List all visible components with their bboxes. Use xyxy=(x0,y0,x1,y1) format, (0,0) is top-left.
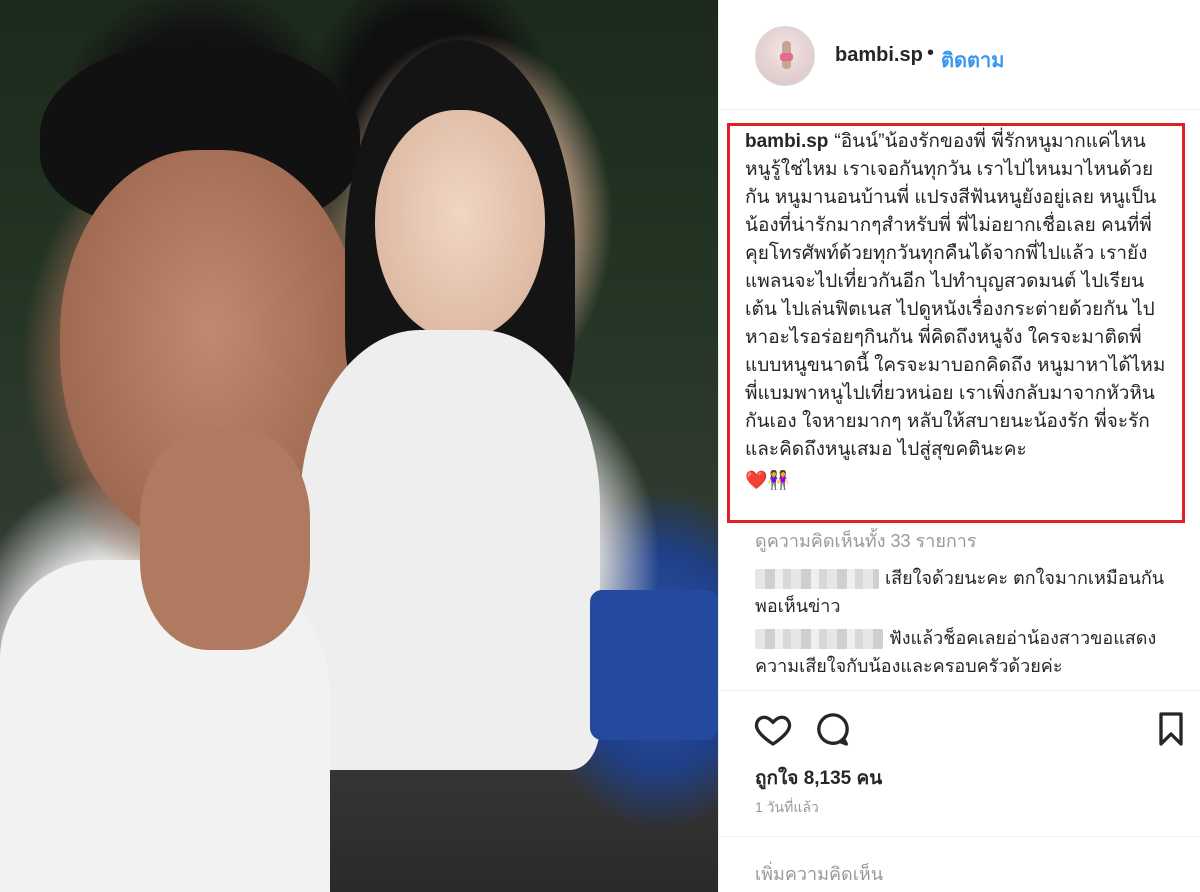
comment-icon[interactable] xyxy=(813,709,853,749)
caption-username[interactable]: bambi.sp xyxy=(745,131,828,152)
photo-face-right xyxy=(375,110,545,340)
header-separator: • xyxy=(927,42,935,64)
photo-shirt-right xyxy=(300,330,600,770)
follow-button[interactable]: ติดตาม xyxy=(941,44,1004,76)
caption-emoji: ❤️👭 xyxy=(745,470,790,490)
blurred-username[interactable] xyxy=(755,569,879,590)
blurred-username[interactable] xyxy=(755,629,883,650)
avatar[interactable] xyxy=(755,26,815,86)
caption-text: “อินน์”น้องรักของพี่ พี่รักหนูมากแค่ไหน … xyxy=(745,131,1166,460)
view-all-comments-link[interactable]: ดูความคิดเห็นทั้ง 33 รายการ xyxy=(755,526,977,555)
post-actions: ถูกใจ 8,135 คน 1 วันที่แล้ว xyxy=(719,690,1200,820)
photo-blue-chair xyxy=(590,590,718,740)
post-timestamp[interactable]: 1 วันที่แล้ว xyxy=(755,797,819,819)
likes-count[interactable]: ถูกใจ 8,135 คน xyxy=(755,763,882,793)
add-comment-input[interactable]: เพิ่มความคิดเห็น xyxy=(755,859,883,888)
post-header: bambi.sp • ติดตาม xyxy=(719,0,1200,110)
comment-item: ฟังแล้วช็อคเลยอ่าน้องสาวขอแสดงความเสียใจ… xyxy=(755,624,1185,684)
add-comment-bar: เพิ่มความคิดเห็น xyxy=(719,836,1200,892)
comment-item: เสียใจด้วยนะคะ ตกใจมากเหมือนกัน พอเห็นข่… xyxy=(755,564,1185,620)
photo-hand-left xyxy=(140,430,310,650)
post-side-panel: bambi.sp • ติดตาม bambi.sp “อินน์”น้องรัก… xyxy=(718,0,1200,892)
caption: bambi.sp “อินน์”น้องรักของพี่ พี่รักหนูมา… xyxy=(745,128,1169,495)
post-photo[interactable] xyxy=(0,0,718,892)
bookmark-icon[interactable] xyxy=(1151,709,1191,749)
avatar-figure-detail xyxy=(780,53,793,61)
header-username[interactable]: bambi.sp xyxy=(835,44,923,67)
heart-icon[interactable] xyxy=(753,709,793,749)
